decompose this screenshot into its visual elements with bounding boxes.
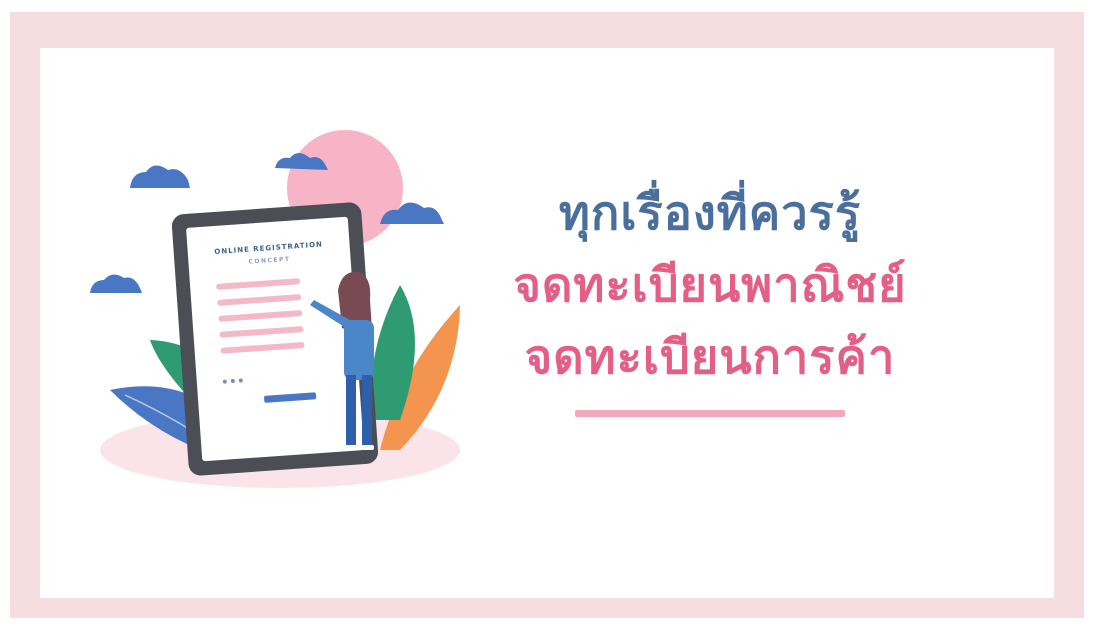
tablet-screen: [186, 216, 364, 462]
headline-line-2: จดทะเบียนพาณิชย์: [513, 258, 907, 313]
headline-block: ทุกเรื่องที่ควรรู้ จดทะเบียนพาณิชย์ จดทะ…: [470, 178, 950, 417]
headline-line-3: จดทะเบียนการค้า: [524, 330, 896, 385]
cloud-icon: [130, 165, 190, 188]
online-registration-illustration: ONLINE REGISTRATION CONCEPT: [90, 130, 460, 488]
headline-line-1: ทุกเรื่องที่ควรรู้: [558, 186, 862, 241]
pink-underline: [575, 410, 845, 417]
cloud-icon: [90, 274, 142, 293]
